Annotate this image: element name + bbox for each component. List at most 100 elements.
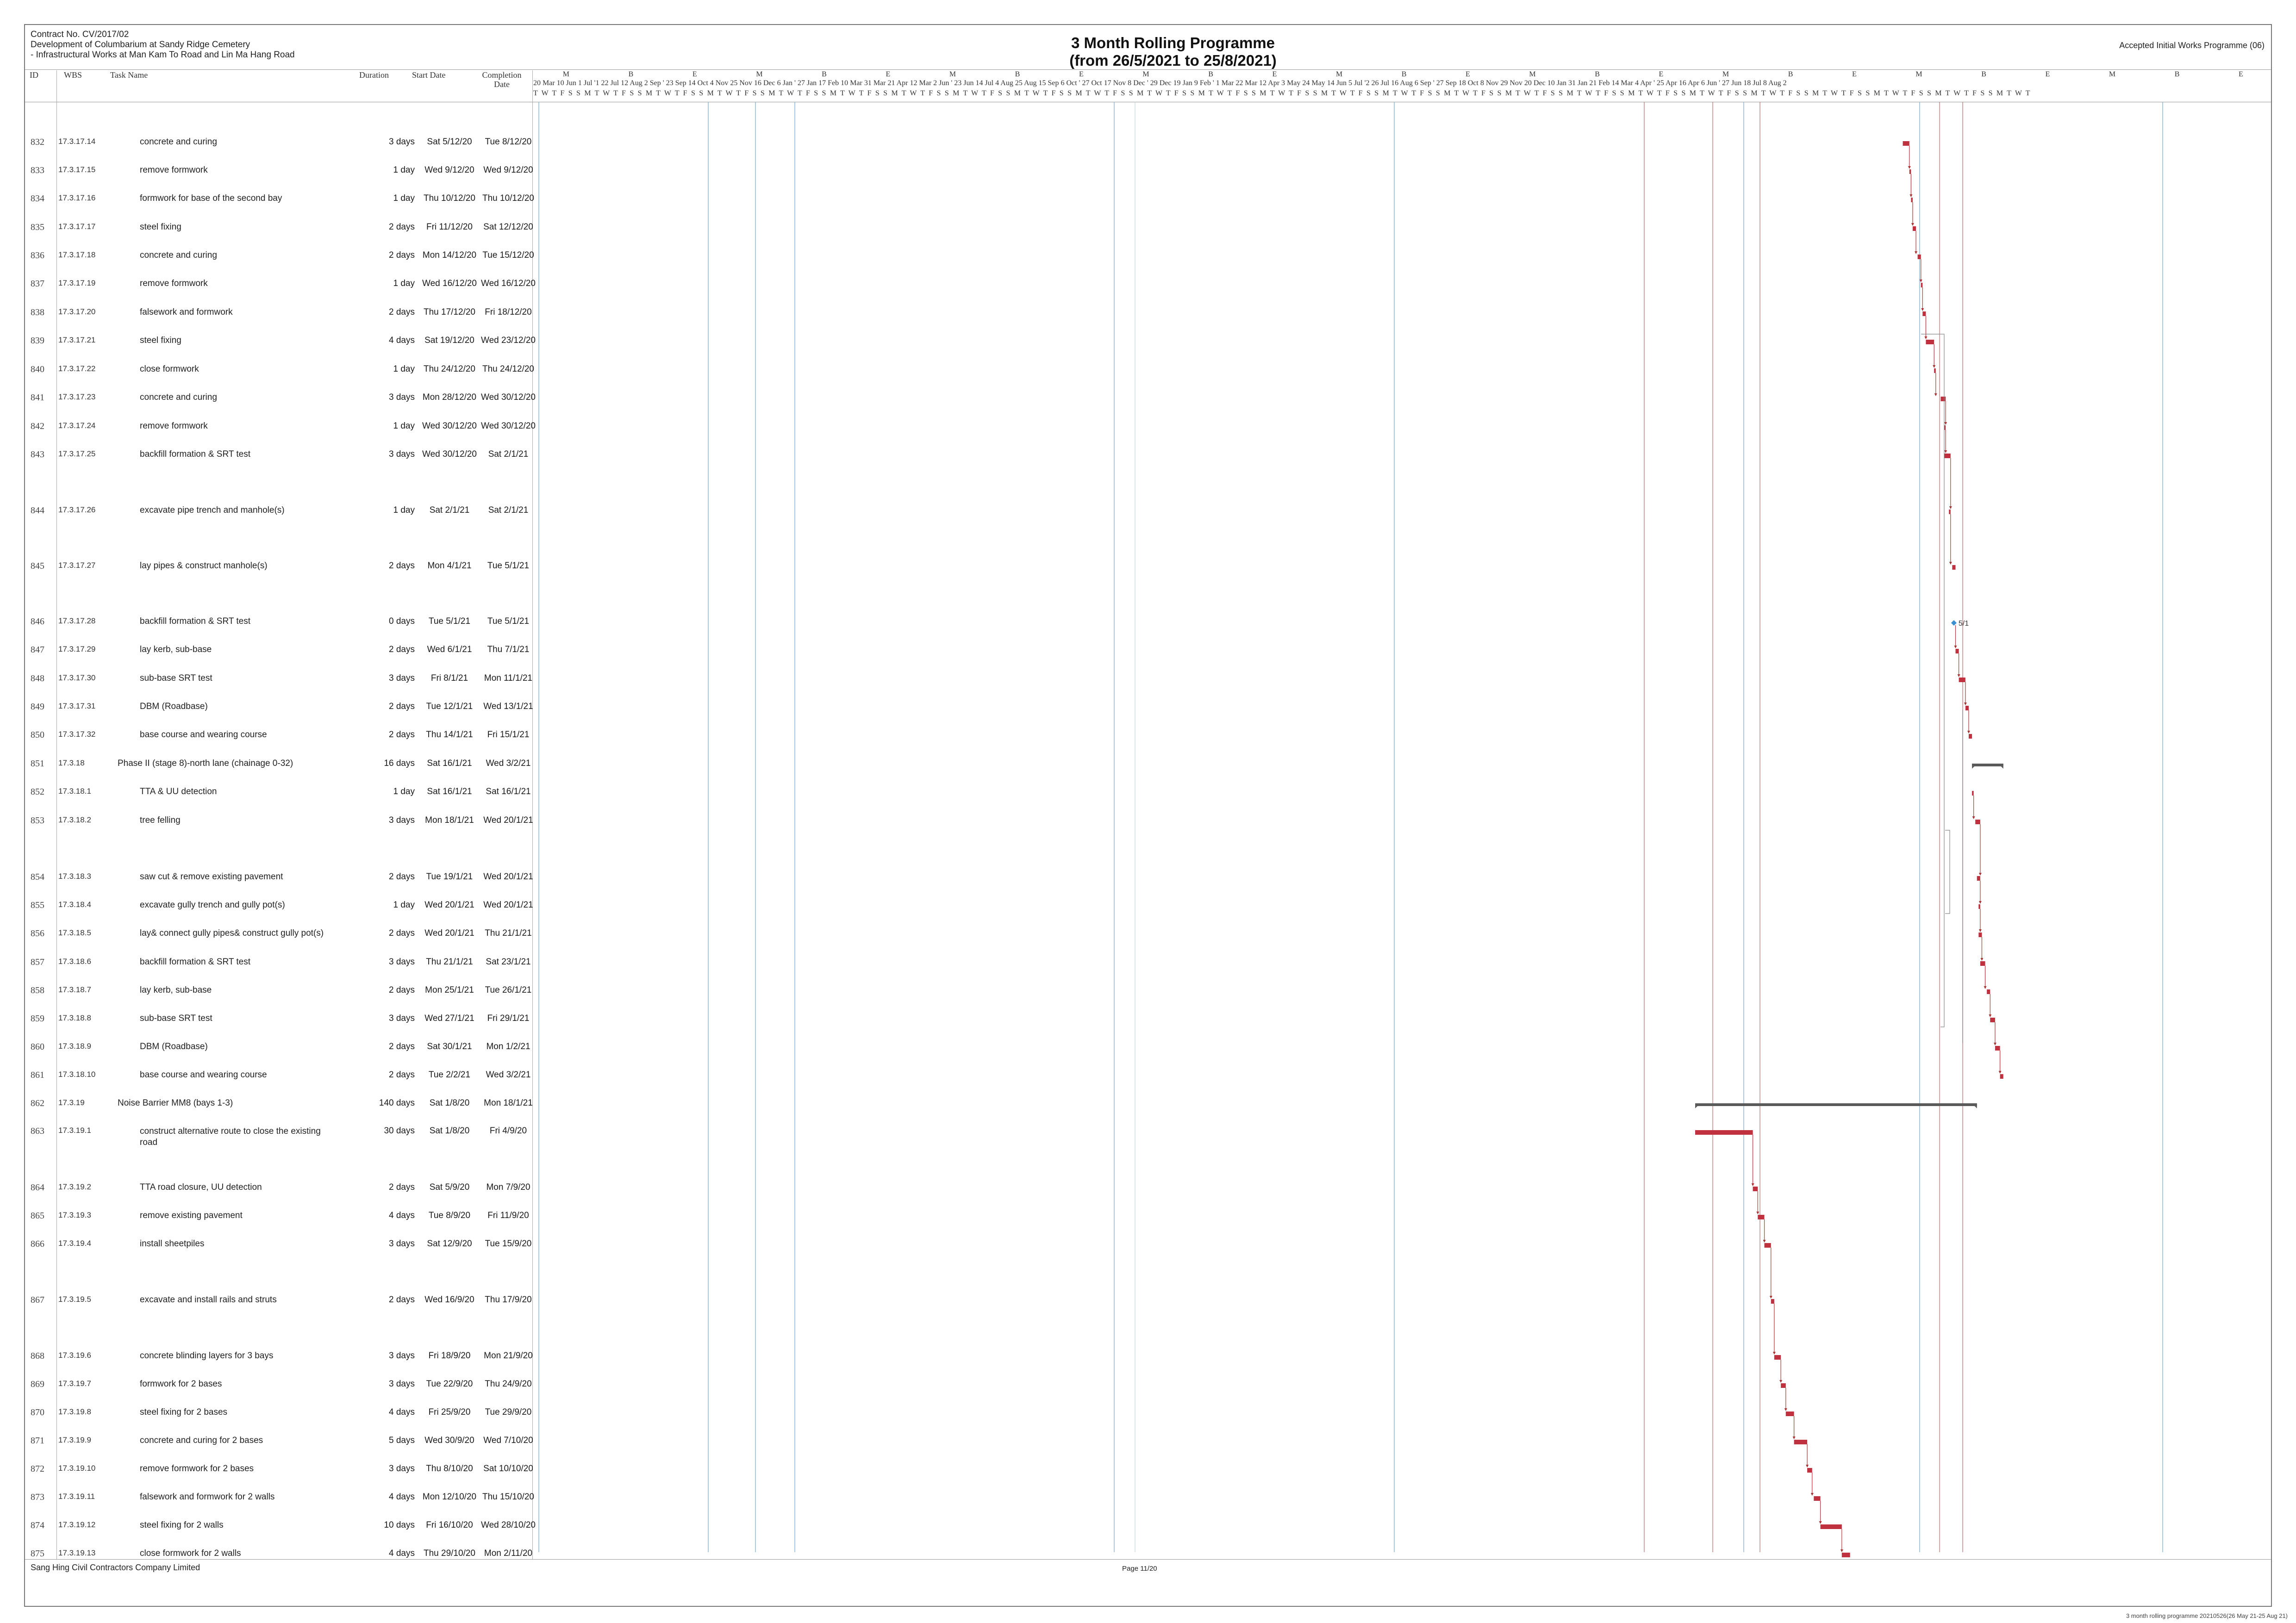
task-completion-date: Mon 2/11/20 — [484, 1548, 533, 1558]
dependency-arrow — [1840, 1549, 1843, 1552]
task-wbs: 17.3.19.4 — [58, 1239, 91, 1248]
task-name: formwork for 2 bases — [140, 1379, 222, 1389]
task-wbs: 17.3.17.18 — [58, 250, 96, 259]
dependency-arrow — [1964, 703, 1967, 705]
task-id: 852 — [31, 787, 44, 797]
task-bar — [1912, 226, 1916, 231]
task-start-date: Sat 19/12/20 — [424, 336, 474, 345]
task-bar — [1841, 1553, 1850, 1557]
task-bar — [1922, 311, 1926, 316]
task-row: 836 17.3.17.18 concrete and curing 2 days Mo… — [25, 250, 534, 269]
contract-header: Contract No. CV/2017/02 Development of C… — [31, 30, 295, 60]
task-completion-date: Mon 1/2/21 — [486, 1042, 530, 1051]
task-start-date: Mon 14/12/20 — [422, 250, 477, 260]
task-start-date: Sat 30/1/21 — [427, 1042, 472, 1051]
task-wbs: 17.3.17.25 — [58, 449, 96, 458]
dependency-arrow — [1978, 929, 1982, 932]
task-wbs: 17.3.17.28 — [58, 616, 96, 625]
task-duration: 2 days — [389, 1042, 415, 1051]
dependency-arrow — [1751, 1183, 1754, 1186]
task-duration: 2 days — [389, 1295, 415, 1305]
task-wbs: 17.3.17.31 — [58, 702, 96, 710]
task-row: 863 17.3.19.1 construct alternative route … — [25, 1126, 533, 1147]
task-bar — [1955, 649, 1959, 653]
dependency-arrow — [1957, 674, 1960, 677]
task-id: 861 — [31, 1070, 44, 1080]
task-wbs: 17.3.18.1 — [58, 787, 91, 796]
task-completion-date: Wed 3/2/21 — [486, 759, 531, 768]
task-wbs: 17.3.17.15 — [58, 165, 96, 174]
task-row: 870 17.3.19.8 steel fixing for 2 bases 4 da… — [25, 1407, 533, 1426]
task-name: Noise Barrier MM8 (bays 1-3) — [118, 1098, 233, 1108]
task-duration: 2 days — [389, 872, 415, 882]
task-wbs: 17.3.19.8 — [58, 1407, 91, 1416]
task-row: 839 17.3.17.21 steel fixing 4 days Sat 19/12… — [25, 336, 536, 354]
summary-bar — [1972, 764, 2003, 766]
task-row: 843 17.3.17.25 backfill formation & SRT te… — [25, 449, 533, 468]
contract-line-1: Contract No. CV/2017/02 — [31, 30, 129, 39]
task-duration: 140 days — [379, 1098, 415, 1108]
task-name: lay kerb, sub-base — [140, 985, 212, 995]
task-completion-date: Fri 15/1/21 — [487, 730, 530, 740]
task-id: 858 — [31, 985, 44, 995]
task-row: 873 17.3.19.11 falsework and formwork for … — [25, 1492, 534, 1511]
task-bar — [1987, 989, 1990, 994]
col-header-completion: Completion Date — [474, 70, 530, 89]
task-duration: 3 days — [389, 815, 415, 825]
dependency-arrow — [1954, 646, 1957, 648]
task-duration: 3 days — [389, 1351, 415, 1361]
col-header-id: ID — [30, 70, 38, 80]
task-duration: 3 days — [389, 1379, 415, 1389]
task-row: 858 17.3.18.7 lay kerb, sub-base 2 days Mon … — [25, 985, 533, 1004]
dependency-arrow — [1978, 901, 1982, 904]
dependency-arrow — [1993, 1043, 1997, 1045]
task-wbs: 17.3.19 — [58, 1098, 85, 1107]
task-id: 841 — [31, 392, 44, 403]
task-duration: 2 days — [389, 1182, 415, 1192]
task-duration: 2 days — [389, 307, 415, 317]
file-reference: 3 month rolling programme 20210526(26 Ma… — [2126, 1612, 2288, 1619]
milestone-label: 5/1 — [1959, 620, 1969, 628]
task-bar — [1753, 1187, 1758, 1191]
task-duration: 2 days — [389, 702, 415, 711]
task-name: lay& connect gully pipes& construct gull… — [140, 928, 324, 938]
task-duration: 16 days — [384, 759, 415, 768]
task-start-date: Thu 8/10/20 — [426, 1464, 473, 1474]
task-bar — [1921, 283, 1923, 287]
programme-sheet: Contract No. CV/2017/02 Development of C… — [24, 24, 2272, 1607]
dependency-arrow — [1911, 223, 1914, 226]
task-row: 860 17.3.18.9 DBM (Roadbase) 2 days Sat 30/1… — [25, 1042, 533, 1060]
task-duration: 30 days — [384, 1126, 415, 1136]
task-id: 843 — [31, 449, 44, 460]
task-bar — [1995, 1046, 2000, 1051]
task-id: 837 — [31, 279, 44, 289]
contract-line-3: - Infrastructural Works at Man Kam To Ro… — [31, 50, 295, 60]
dependency-arrow — [1779, 1380, 1783, 1383]
task-completion-date: Tue 29/9/20 — [485, 1407, 532, 1417]
task-row: 835 17.3.17.17 steel fixing 2 days Fri 11/12… — [25, 222, 533, 241]
task-wbs: 17.3.19.10 — [58, 1464, 96, 1473]
task-bar — [1911, 198, 1913, 202]
task-id: 865 — [31, 1211, 44, 1221]
task-wbs: 17.3.17.16 — [58, 193, 96, 202]
task-wbs: 17.3.19.9 — [58, 1436, 91, 1444]
task-completion-date: Mon 21/9/20 — [484, 1351, 533, 1361]
task-id: 847 — [31, 645, 44, 655]
task-wbs: 17.3.19.1 — [58, 1126, 91, 1135]
task-id: 848 — [31, 673, 44, 684]
task-id: 845 — [31, 561, 44, 571]
task-row: 874 17.3.19.12 steel fixing for 2 walls 10 … — [25, 1520, 536, 1539]
dependency-arrow — [1924, 336, 1928, 339]
task-completion-date: Wed 30/12/20 — [481, 392, 536, 402]
dependency-arrow — [1769, 1296, 1772, 1299]
task-duration: 1 day — [393, 900, 415, 910]
task-wbs: 17.3.17.23 — [58, 392, 96, 401]
task-duration: 1 day — [393, 364, 415, 374]
task-row: 838 17.3.17.20 falsework and formwork 2 day… — [25, 307, 533, 326]
task-name: remove formwork — [140, 165, 208, 175]
task-id: 832 — [31, 137, 44, 147]
dependency-arrow — [1978, 873, 1982, 876]
task-completion-date: Wed 30/12/20 — [481, 421, 536, 431]
task-name: base course and wearing course — [140, 730, 267, 740]
task-completion-date: Wed 7/10/20 — [483, 1436, 533, 1445]
